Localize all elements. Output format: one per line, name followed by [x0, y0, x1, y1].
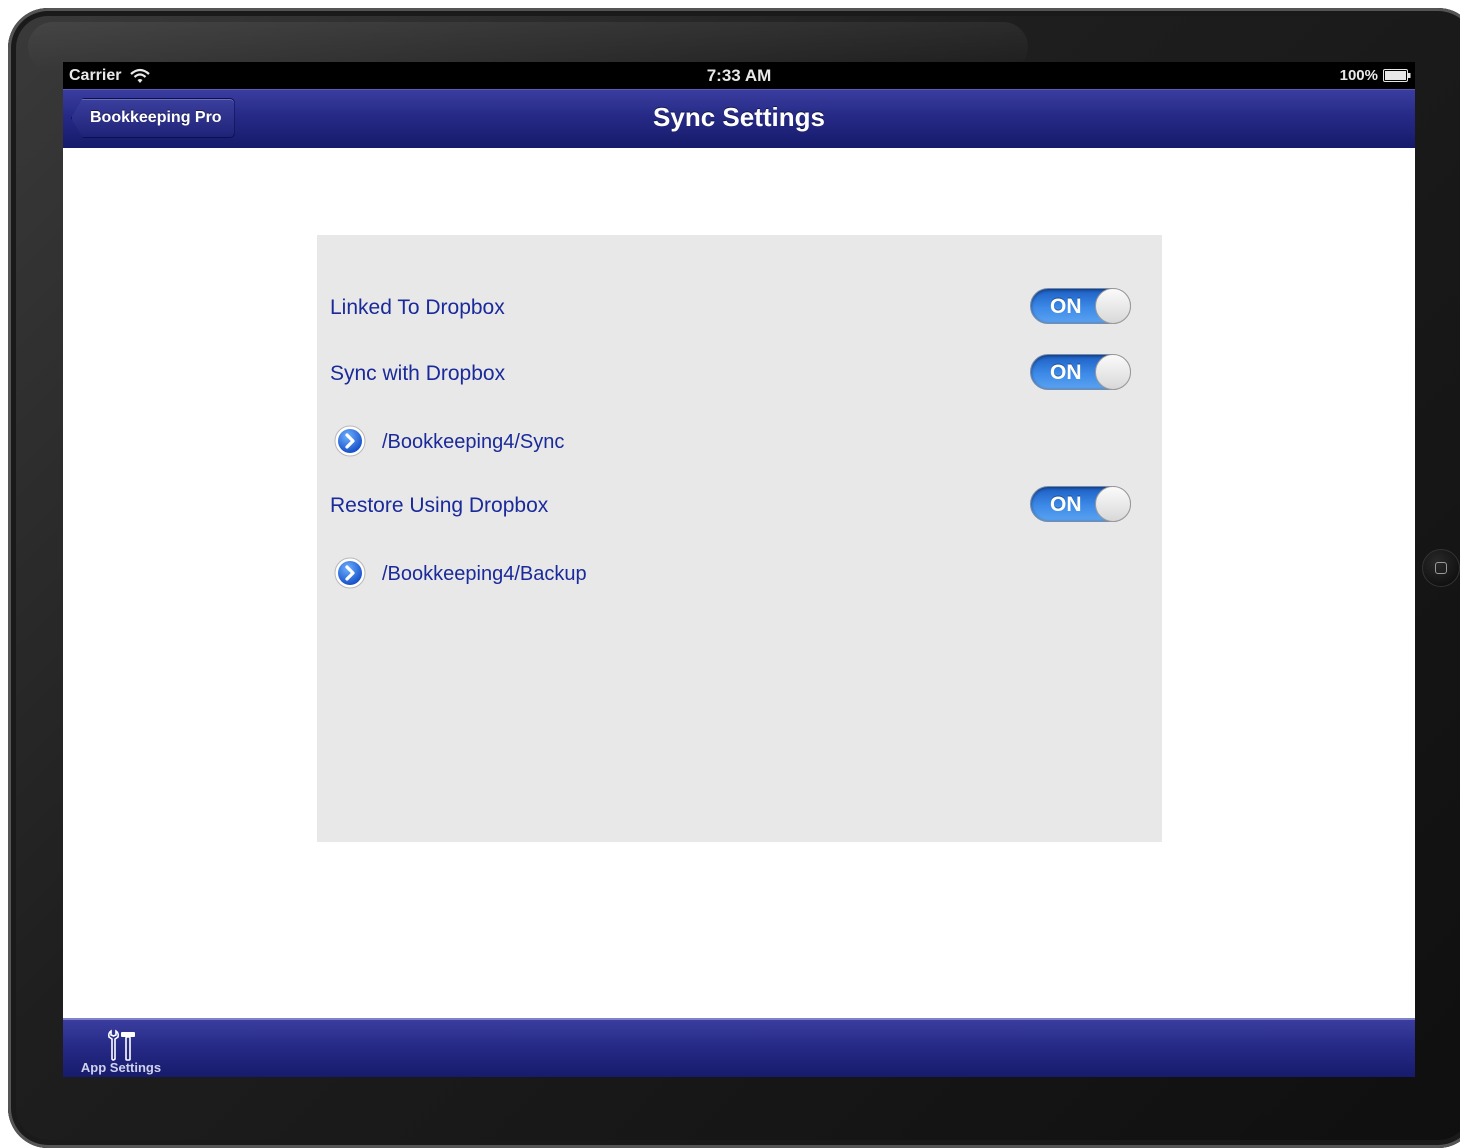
battery-icon	[1383, 69, 1411, 82]
row-sync-path[interactable]: /Bookkeeping4/Sync	[330, 424, 1150, 464]
nav-bar: Bookkeeping Pro Sync Settings	[63, 89, 1415, 148]
battery-percent: 100%	[1339, 67, 1378, 84]
status-time: 7:33 AM	[706, 66, 772, 85]
row-sync-with-dropbox: Sync with Dropbox ON	[330, 354, 1150, 394]
restore-label: Restore Using Dropbox	[330, 494, 549, 517]
toggle-knob	[1095, 486, 1131, 522]
row-linked-to-dropbox: Linked To Dropbox ON	[330, 288, 1150, 328]
row-backup-path[interactable]: /Bookkeeping4/Backup	[330, 556, 1150, 596]
disclosure-arrow-icon[interactable]	[334, 557, 366, 589]
sync-path-label: /Bookkeeping4/Sync	[382, 431, 565, 453]
sync-toggle[interactable]: ON	[1030, 354, 1131, 390]
tab-bar: App Settings	[63, 1018, 1415, 1077]
row-restore-using-dropbox: Restore Using Dropbox ON	[330, 486, 1150, 526]
linked-toggle-state: ON	[1050, 295, 1082, 318]
settings-panel: Linked To Dropbox ON Sync with Dropbox O…	[317, 235, 1162, 842]
tools-icon	[107, 1029, 135, 1061]
status-battery: 100%	[1340, 67, 1411, 84]
page-title: Sync Settings	[653, 102, 825, 132]
linked-toggle[interactable]: ON	[1030, 288, 1131, 324]
tab-app-settings-label: App Settings	[80, 1060, 162, 1075]
backup-path-label: /Bookkeeping4/Backup	[382, 563, 587, 585]
disclosure-arrow-icon[interactable]	[334, 425, 366, 457]
sync-toggle-state: ON	[1050, 361, 1082, 384]
restore-toggle-state: ON	[1050, 493, 1082, 516]
restore-toggle[interactable]: ON	[1030, 486, 1131, 522]
toggle-knob	[1095, 354, 1131, 390]
home-button[interactable]	[1422, 549, 1460, 587]
sync-label: Sync with Dropbox	[330, 362, 506, 385]
toggle-knob	[1095, 288, 1131, 324]
screen: Carrier 7:33 AM 100% Bookkeeping Pro Syn…	[63, 62, 1415, 1077]
linked-label: Linked To Dropbox	[330, 296, 505, 319]
status-bar: Carrier 7:33 AM 100%	[63, 62, 1415, 89]
tab-app-settings[interactable]: App Settings	[77, 1026, 167, 1076]
